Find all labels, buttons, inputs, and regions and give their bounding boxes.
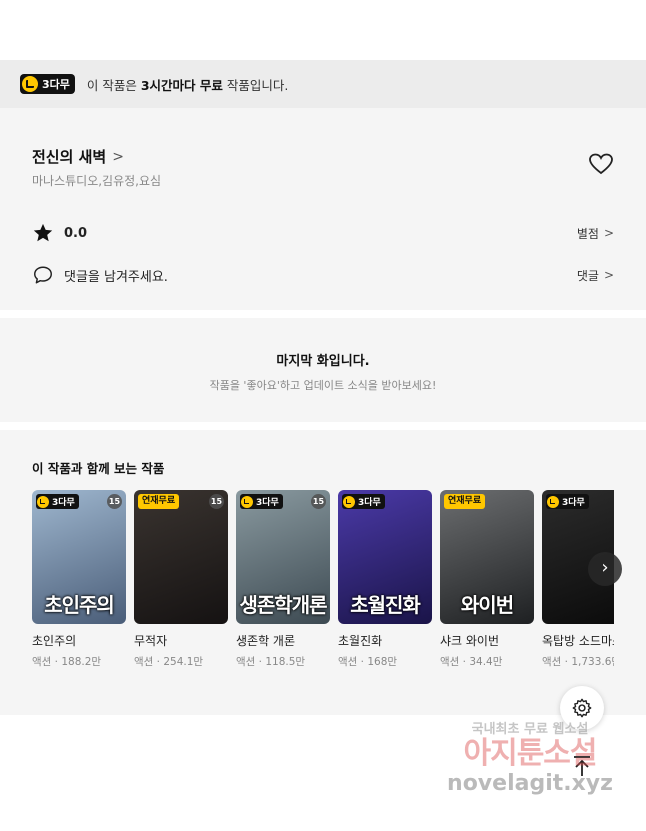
recommendation-card[interactable]: 3다무 15 생존학개론생존학 개론액션 · 118.5만 xyxy=(236,490,330,669)
card-genre-views: 액션 · 34.4만 xyxy=(440,656,503,668)
chevron-right-icon: > xyxy=(603,226,614,240)
card-title[interactable]: 옥탑방 소드마스터 xyxy=(542,633,614,649)
speech-bubble-icon xyxy=(34,266,52,284)
scroll-top-button[interactable] xyxy=(560,744,604,788)
recommendation-title: 이 작품과 함께 보는 작품 xyxy=(32,461,165,476)
cover-title-logo: 초인주의 xyxy=(44,593,115,617)
recommendation-card[interactable]: 연재무료와이번샤크 와이번액션 · 34.4만 xyxy=(440,490,534,669)
cover-image[interactable]: 3다무 15 생존학개론 xyxy=(236,490,330,624)
serial-free-badge: 연재무료 xyxy=(138,494,180,509)
three-hour-free-badge: 3다무 xyxy=(240,494,283,509)
card-genre-views: 액션 · 188.2만 xyxy=(32,656,102,668)
card-genre-views: 액션 · 118.5만 xyxy=(236,656,306,668)
three-hour-free-badge: 3다무 xyxy=(20,74,75,94)
cover-image[interactable]: 연재무료 15 xyxy=(134,490,228,624)
clock-icon xyxy=(22,76,38,92)
badge-label: 3다무 xyxy=(256,498,279,508)
comment-row[interactable]: 댓글을 남겨주세요. 댓글 > xyxy=(32,263,614,287)
heart-icon[interactable] xyxy=(588,152,614,176)
serial-free-badge: 연재무료 xyxy=(444,494,486,509)
work-info-section: 전신의 새벽 > 마나스튜디오,김유정,요심 0.0 별점 > 댓글을 남겨주세… xyxy=(0,108,646,310)
work-authors: 마나스튜디오,김유정,요심 xyxy=(32,174,162,188)
cover-image[interactable]: 3다무초월진화 xyxy=(338,490,432,624)
cover-image[interactable]: 연재무료와이번 xyxy=(440,490,534,624)
card-title[interactable]: 초인주의 xyxy=(32,633,126,649)
recommendation-card[interactable]: 3다무 15 초인주의 초인주의 액션 · 188.2만 xyxy=(32,490,126,669)
cover-image[interactable]: 3다무 15 초인주의 xyxy=(32,490,126,624)
watermark-line3: novelagit.xyz xyxy=(447,771,613,796)
three-hour-free-badge: 3다무 xyxy=(36,494,79,509)
card-title[interactable]: 초월진화 xyxy=(338,633,432,649)
cover-title-logo: 와이번 xyxy=(460,593,514,617)
clock-icon xyxy=(37,495,49,508)
gear-icon xyxy=(572,698,592,718)
three-hour-free-badge: 3다무 xyxy=(546,494,589,509)
badge-label: 3다무 xyxy=(562,498,585,508)
recommendation-carousel: 3다무 15 초인주의 초인주의 액션 · 188.2만 연재무료 15 무적자 액션 · 25… xyxy=(32,490,614,715)
clock-icon xyxy=(343,495,355,508)
card-title[interactable]: 무적자 xyxy=(134,633,228,649)
site-watermark: 국내최초 무료 웹소설 아지툰소설 novelagit.xyz xyxy=(420,718,640,797)
age-rating-badge: 15 xyxy=(209,494,224,509)
chevron-right-icon: > xyxy=(603,268,614,282)
star-icon xyxy=(33,223,53,242)
age-rating-badge: 15 xyxy=(311,494,326,509)
card-title[interactable]: 생존학 개론 xyxy=(236,633,330,649)
rating-row: 0.0 별점 > xyxy=(32,221,614,245)
free-timer-banner: 3다무 이 작품은 3시간마다 무료 작품입니다. xyxy=(0,60,646,108)
banner-text-prefix: 이 작품은 xyxy=(86,77,141,93)
comment-prompt: 댓글을 남겨주세요. xyxy=(64,269,168,285)
watermark-line1: 국내최초 무료 웹소설 xyxy=(471,722,589,737)
recommendation-card[interactable]: 3다무 초월진화 초월진화 액션 · 168만 xyxy=(338,490,432,669)
three-hour-free-badge: 3다무 xyxy=(342,494,385,509)
last-episode-subtext: 작품을 '좋아요'하고 업데이트 소식을 받아보세요! xyxy=(209,379,437,392)
clock-icon xyxy=(547,495,559,508)
arrow-up-icon xyxy=(574,756,590,776)
card-genre-views: 액션 · 168만 xyxy=(338,656,398,668)
clock-icon xyxy=(241,495,253,508)
last-episode-heading: 마지막 화입니다. xyxy=(276,354,370,369)
rating-link-label: 별점 xyxy=(576,226,599,241)
rating-link[interactable]: 별점 > xyxy=(577,225,614,242)
cover-title-logo: 생존학개론 xyxy=(239,593,328,617)
badge-label: 3다무 xyxy=(52,498,75,508)
recommendation-card[interactable]: 연재무료 15 무적자액션 · 254.1만 xyxy=(134,490,228,669)
last-episode-notice: 마지막 화입니다. 작품을 '좋아요'하고 업데이트 소식을 받아보세요! xyxy=(0,318,646,422)
card-genre-views: 액션 · 254.1만 xyxy=(134,656,204,668)
age-rating-badge: 15 xyxy=(107,494,122,509)
banner-text: 이 작품은 3시간마다 무료 작품입니다. xyxy=(87,75,288,94)
settings-button[interactable] xyxy=(560,686,604,730)
banner-text-suffix: 작품입니다. xyxy=(222,77,289,93)
rating-value: 0.0 xyxy=(64,225,88,241)
chevron-right-icon: > xyxy=(112,148,124,165)
comment-link[interactable]: 댓글 > xyxy=(577,267,614,284)
recommendation-section: 이 작품과 함께 보는 작품 3다무 15 초인주의 초인주의 액션 · 188.2만 연… xyxy=(0,430,646,715)
card-title[interactable]: 샤크 와이번 xyxy=(440,633,534,649)
banner-text-bold: 3시간마다 무료 xyxy=(140,77,223,93)
work-title: 전신의 새벽 xyxy=(32,148,107,166)
watermark-line2: 아지툰소설 xyxy=(463,736,598,771)
badge-label: 3다무 xyxy=(358,498,381,508)
comment-link-label: 댓글 xyxy=(576,268,599,283)
chevron-right-icon[interactable]: › xyxy=(588,552,622,586)
work-title-link[interactable]: 전신의 새벽 > xyxy=(32,146,124,167)
cover-title-logo: 초월진화 xyxy=(350,593,421,617)
badge-label: 3다무 xyxy=(42,78,70,91)
card-genre-views: 액션 · 1,733.6만 xyxy=(542,656,614,668)
